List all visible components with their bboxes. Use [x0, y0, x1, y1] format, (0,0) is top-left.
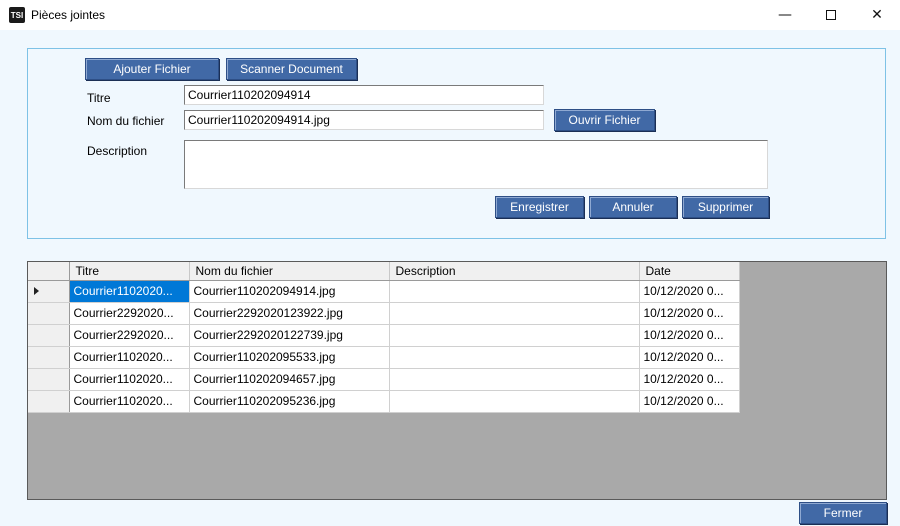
- filename-label: Nom du fichier: [87, 114, 165, 128]
- close-dialog-button[interactable]: Fermer: [799, 502, 887, 524]
- cancel-button[interactable]: Annuler: [589, 196, 677, 218]
- cell-description[interactable]: [389, 280, 640, 303]
- cell-titre[interactable]: Courrier1102020...: [69, 368, 190, 391]
- cell-description[interactable]: [389, 324, 640, 347]
- table-row[interactable]: Courrier2292020... Courrier2292020122739…: [28, 324, 740, 347]
- row-header[interactable]: [28, 324, 70, 347]
- row-header-corner: [28, 262, 70, 281]
- cell-nom-fichier[interactable]: Courrier110202094914.jpg: [189, 280, 390, 303]
- title-bar: TSI Pièces jointes — ✕: [0, 0, 900, 30]
- current-row-arrow-icon: [34, 287, 39, 295]
- table-row[interactable]: Courrier2292020... Courrier2292020123922…: [28, 302, 740, 325]
- cell-date[interactable]: 10/12/2020 0...: [639, 346, 740, 369]
- grid-header-row: Titre Nom du fichier Description Date: [28, 262, 740, 281]
- table-row[interactable]: Courrier1102020... Courrier110202094657.…: [28, 368, 740, 391]
- cell-titre[interactable]: Courrier1102020...: [69, 390, 190, 413]
- filename-input[interactable]: Courrier110202094914.jpg: [184, 110, 544, 130]
- scan-document-button[interactable]: Scanner Document: [226, 58, 357, 80]
- cell-titre[interactable]: Courrier1102020...: [69, 346, 190, 369]
- attachments-grid[interactable]: Titre Nom du fichier Description Date Co…: [27, 261, 887, 500]
- cell-date[interactable]: 10/12/2020 0...: [639, 302, 740, 325]
- row-header[interactable]: [28, 280, 70, 303]
- cell-titre[interactable]: Courrier1102020...: [69, 280, 190, 303]
- row-header[interactable]: [28, 390, 70, 413]
- column-header-titre[interactable]: Titre: [69, 262, 190, 281]
- column-header-date[interactable]: Date: [639, 262, 740, 281]
- minimize-button[interactable]: —: [762, 0, 808, 30]
- cell-nom-fichier[interactable]: Courrier2292020122739.jpg: [189, 324, 390, 347]
- attachment-form-panel: Ajouter Fichier Scanner Document Titre C…: [27, 48, 886, 239]
- cell-nom-fichier[interactable]: Courrier110202095533.jpg: [189, 346, 390, 369]
- app-logo-icon: TSI: [9, 7, 25, 23]
- cell-description[interactable]: [389, 390, 640, 413]
- description-label: Description: [87, 144, 148, 158]
- title-label: Titre: [87, 91, 111, 105]
- cell-nom-fichier[interactable]: Courrier110202095236.jpg: [189, 390, 390, 413]
- delete-button[interactable]: Supprimer: [682, 196, 769, 218]
- cell-description[interactable]: [389, 302, 640, 325]
- cell-nom-fichier[interactable]: Courrier110202094657.jpg: [189, 368, 390, 391]
- window-title: Pièces jointes: [31, 8, 106, 22]
- add-file-button[interactable]: Ajouter Fichier: [85, 58, 219, 80]
- title-input[interactable]: Courrier110202094914: [184, 85, 544, 105]
- maximize-icon: [826, 10, 836, 20]
- column-header-description[interactable]: Description: [389, 262, 640, 281]
- table-row[interactable]: Courrier1102020... Courrier110202095533.…: [28, 346, 740, 369]
- close-window-button[interactable]: ✕: [854, 0, 900, 30]
- cell-nom-fichier[interactable]: Courrier2292020123922.jpg: [189, 302, 390, 325]
- row-header[interactable]: [28, 346, 70, 369]
- minimize-icon: —: [778, 7, 792, 23]
- cell-date[interactable]: 10/12/2020 0...: [639, 368, 740, 391]
- maximize-button[interactable]: [808, 0, 854, 30]
- cell-date[interactable]: 10/12/2020 0...: [639, 324, 740, 347]
- attachments-table: Titre Nom du fichier Description Date Co…: [28, 262, 740, 413]
- cell-titre[interactable]: Courrier2292020...: [69, 302, 190, 325]
- close-icon: ✕: [871, 7, 883, 23]
- table-row[interactable]: Courrier1102020... Courrier110202095236.…: [28, 390, 740, 413]
- row-header[interactable]: [28, 302, 70, 325]
- cell-date[interactable]: 10/12/2020 0...: [639, 390, 740, 413]
- cell-description[interactable]: [389, 368, 640, 391]
- cell-description[interactable]: [389, 346, 640, 369]
- column-header-nom-fichier[interactable]: Nom du fichier: [189, 262, 390, 281]
- table-row[interactable]: Courrier1102020... Courrier110202094914.…: [28, 280, 740, 303]
- open-file-button[interactable]: Ouvrir Fichier: [554, 109, 655, 131]
- cell-date[interactable]: 10/12/2020 0...: [639, 280, 740, 303]
- description-input[interactable]: [184, 140, 768, 189]
- cell-titre[interactable]: Courrier2292020...: [69, 324, 190, 347]
- row-header[interactable]: [28, 368, 70, 391]
- save-button[interactable]: Enregistrer: [495, 196, 584, 218]
